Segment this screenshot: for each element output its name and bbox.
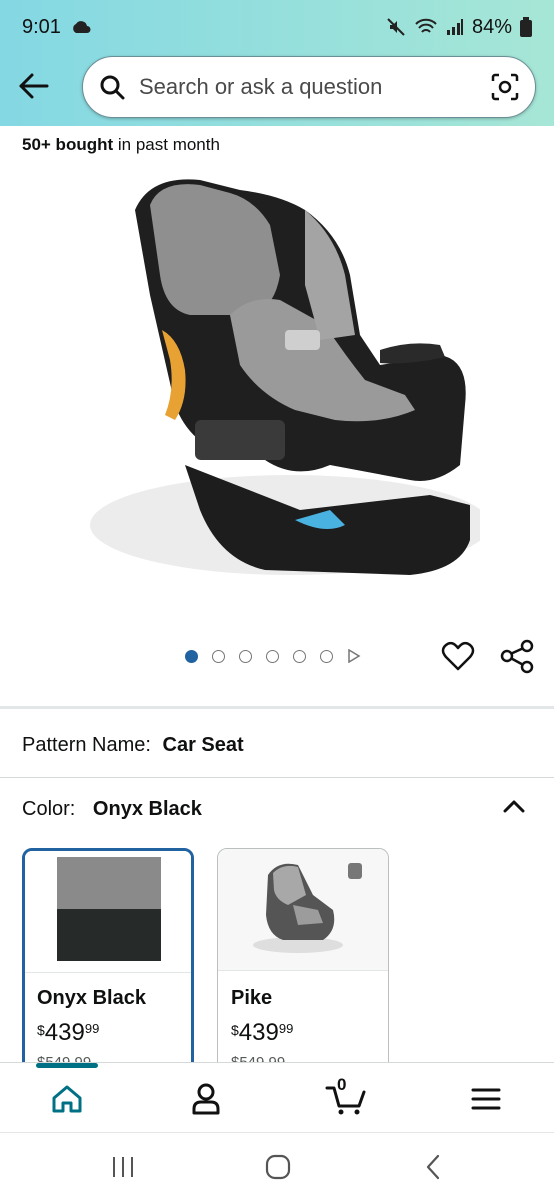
swatch-name: Onyx Black: [37, 987, 146, 1009]
price-fraction: 99: [84, 1021, 100, 1036]
active-tab-indicator: [36, 1063, 98, 1068]
color-label: Color:: [22, 798, 76, 820]
price-whole: 439: [44, 1019, 85, 1046]
price-fraction: 99: [278, 1021, 294, 1036]
bought-count-bold: 50+ bought: [22, 135, 114, 154]
color-value: Onyx Black: [92, 798, 202, 820]
back-button[interactable]: [14, 66, 54, 106]
back-system-button[interactable]: [413, 1151, 453, 1183]
nav-cart[interactable]: 0: [323, 1075, 369, 1119]
swatch-price: $43999: [231, 1019, 293, 1047]
pager-dot[interactable]: [239, 649, 252, 663]
search-header: [0, 54, 554, 126]
swatch-name: Pike: [231, 987, 273, 1009]
battery-icon: [520, 17, 532, 37]
swatch-image-area: [25, 851, 191, 973]
pattern-name-row: Pattern Name: Car Seat: [22, 734, 244, 757]
color-swatch-onyx-black[interactable]: Onyx Black $43999 $549.99: [22, 848, 194, 1078]
product-image[interactable]: [80, 165, 480, 605]
search-icon: [100, 75, 125, 100]
pager-dot[interactable]: [212, 649, 225, 663]
play-video-icon[interactable]: [347, 649, 361, 663]
nav-menu[interactable]: [466, 1079, 506, 1119]
bought-count: 50+ bought in past month: [22, 135, 220, 155]
section-divider: [0, 706, 554, 709]
pattern-label: Pattern Name:: [22, 734, 151, 756]
pager-dot[interactable]: [266, 649, 279, 663]
cart-count: 0: [337, 1075, 347, 1094]
wifi-icon: [415, 18, 437, 33]
chevron-up-icon[interactable]: [500, 792, 528, 820]
status-bar: 9:01 84%: [0, 0, 554, 54]
recent-apps-icon: [113, 1157, 133, 1177]
image-pager[interactable]: [185, 649, 361, 663]
swatch-image: [57, 857, 161, 961]
pager-dot[interactable]: [185, 649, 198, 663]
bottom-nav: 0: [0, 1062, 554, 1132]
signal-icon: [446, 19, 463, 35]
status-time: 9:01: [22, 15, 61, 38]
pager-dot[interactable]: [293, 649, 306, 663]
heart-icon[interactable]: [441, 640, 475, 674]
camera-scan-icon[interactable]: [491, 73, 519, 101]
chevron-left-icon: [426, 1154, 440, 1180]
price-whole: 439: [238, 1019, 279, 1046]
recent-apps-button[interactable]: [103, 1151, 143, 1183]
hamburger-menu-icon: [471, 1088, 501, 1110]
battery-percent: 84%: [471, 15, 512, 38]
system-nav-bar: [0, 1132, 554, 1200]
search-input[interactable]: [139, 74, 491, 100]
pattern-value: Car Seat: [162, 734, 244, 756]
cloud-icon: [73, 21, 91, 33]
nav-account[interactable]: [186, 1079, 226, 1119]
share-icon[interactable]: [499, 638, 535, 674]
section-divider: [0, 777, 554, 778]
bought-count-rest: in past month: [113, 135, 220, 154]
mute-icon: [387, 18, 405, 36]
search-bar[interactable]: [82, 56, 536, 118]
price-currency: $: [231, 1022, 239, 1038]
home-system-button[interactable]: [258, 1151, 298, 1183]
nav-home[interactable]: [47, 1079, 87, 1119]
arrow-left-icon: [19, 73, 49, 99]
home-circle-icon: [265, 1154, 291, 1180]
swatch-image-area: [218, 849, 388, 971]
pager-dot[interactable]: [320, 649, 333, 663]
price-currency: $: [37, 1022, 45, 1038]
color-swatch-pike[interactable]: Pike $43999 $549.99: [217, 848, 389, 1078]
color-row: Color: Onyx Black: [22, 798, 202, 821]
home-icon: [52, 1085, 82, 1113]
swatch-image: [253, 863, 362, 953]
swatch-price: $43999: [37, 1019, 99, 1047]
person-icon: [192, 1083, 220, 1115]
